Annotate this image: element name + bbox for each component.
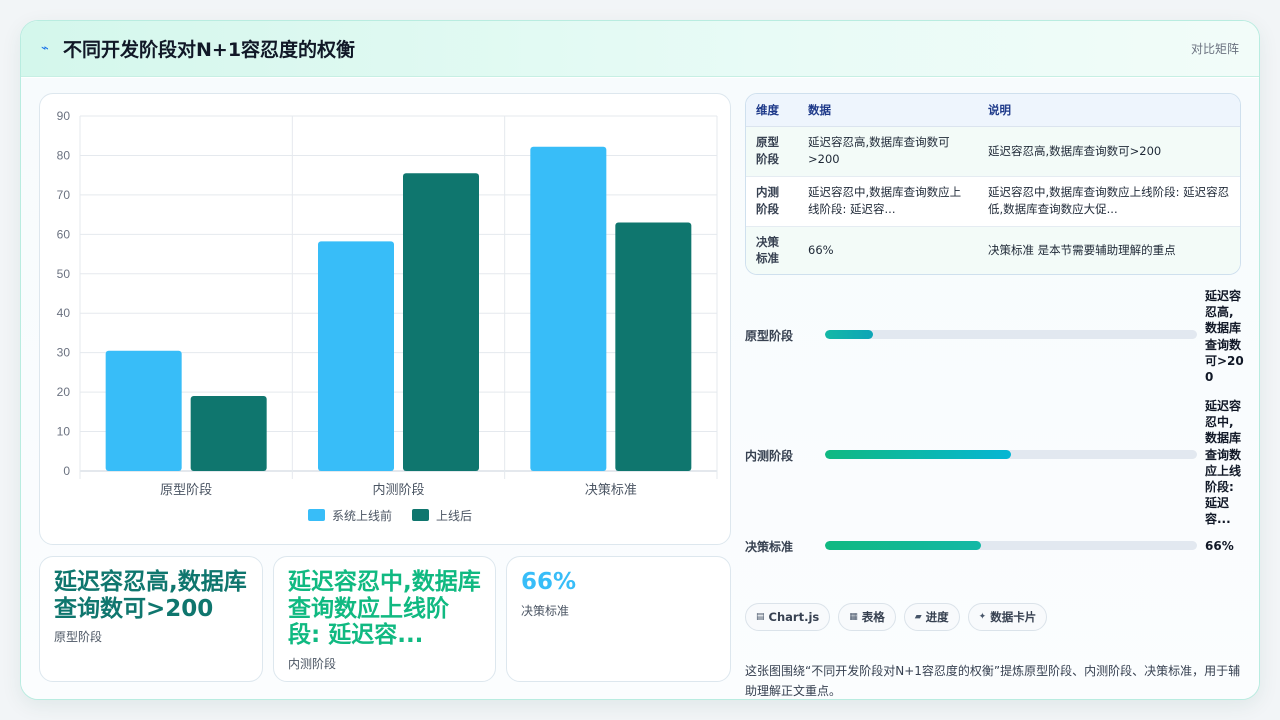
bar-before [530, 146, 607, 471]
progress-fill [825, 541, 982, 550]
chip-table[interactable]: ▦ 表格 [838, 603, 896, 631]
progress-label: 内测阶段 [745, 449, 794, 463]
progress-list: 原型阶段 延迟容忍高,数据库查询数可>200 内测阶段 延迟容忍中,数据库查询数… [745, 288, 1244, 568]
legend-label: 上线后 [436, 509, 472, 523]
y-tick-label: 10 [57, 425, 71, 439]
progress-track [825, 541, 1197, 550]
y-tick-label: 20 [57, 385, 71, 399]
stat-label: 原型阶段 [54, 630, 103, 645]
chip-label: 表格 [861, 610, 885, 624]
progress-value: 66% [1205, 539, 1234, 553]
table-cell-data: 延迟容忍中,数据库查询数应上线阶段: 延迟容... [798, 176, 978, 227]
chip-progress[interactable]: ▰ 进度 [903, 603, 960, 631]
progress-track [825, 330, 1197, 339]
progress-item: 原型阶段 延迟容忍高,数据库查询数可>200 [745, 288, 1244, 384]
stat-card-prototype: 延迟容忍高,数据库查询数可>200 原型阶段 [39, 556, 263, 682]
main-card: ⌁ 不同开发阶段对N+1容忍度的权衡 对比矩阵 0 10 20 30 40 50 60 70 8… [20, 20, 1260, 700]
progress-fill [825, 450, 1011, 459]
progress-item: 决策标准 66% [745, 537, 1241, 561]
stat-label: 内测阶段 [288, 657, 337, 672]
table-row: 决策标准 66% 决策标准 是本节需要辅助理解的重点 [746, 226, 1240, 274]
bar-chart-panel: 0 10 20 30 40 50 60 70 80 90 原型阶段 内测阶段 决策标准系统上线前 上线后 [39, 93, 731, 545]
bar-before [105, 350, 182, 471]
progress-track [825, 450, 1197, 459]
chip-label: 数据卡片 [990, 610, 1037, 624]
x-tick-label: 内测阶段 [372, 482, 424, 498]
chip-row: ▤ Chart.js ▦ 表格 ▰ 进度 ✦ 数据卡片 [745, 603, 1048, 631]
y-tick-label: 50 [57, 267, 71, 281]
progress-label: 决策标准 [745, 540, 794, 554]
y-tick-label: 60 [57, 227, 71, 241]
progress-fill [825, 330, 874, 339]
progress-item: 内测阶段 延迟容忍中,数据库查询数应上线阶段: 延迟容... [745, 398, 1241, 526]
stat-value: 延迟容忍高,数据库查询数可>200 [54, 569, 247, 622]
stat-value: 延迟容忍中,数据库查询数应上线阶段: 延迟容... [288, 569, 481, 649]
progress-value: 延迟容忍中,数据库查询数应上线阶段: 延迟容... [1205, 399, 1242, 527]
footnote: 这张图围绕“不同开发阶段对N+1容忍度的权衡”提炼原型阶段、内测阶段、决策标准，… [745, 664, 1241, 699]
y-tick-label: 70 [57, 188, 71, 202]
bar-after [403, 173, 479, 471]
chip-chartjs[interactable]: ▤ Chart.js [745, 603, 831, 631]
stat-card-decision: 66% 决策标准 [506, 556, 731, 682]
lightning-icon: ⌁ [41, 41, 49, 56]
bar-before [318, 241, 394, 471]
bar-after [615, 222, 692, 471]
table-cell-note: 延迟容忍中,数据库查询数应上线阶段: 延迟容忍低,数据库查询数应大促... [978, 176, 1240, 227]
y-tick-label: 40 [57, 306, 71, 320]
y-tick-label: 80 [57, 148, 71, 162]
stat-label: 决策标准 [521, 603, 570, 618]
x-tick-label: 决策标准 [585, 482, 637, 498]
table-cell-note: 决策标准 是本节需要辅助理解的重点 [978, 226, 1240, 274]
chip-data-card[interactable]: ✦ 数据卡片 [967, 603, 1048, 631]
table-cell-note: 延迟容忍高,数据库查询数可>200 [978, 126, 1240, 177]
column-header: 维度 [746, 94, 798, 127]
sparkle-icon: ✦ [978, 612, 987, 622]
legend-swatch [308, 509, 325, 521]
bar-after [190, 396, 267, 471]
stat-value: 66% [521, 569, 577, 595]
column-header: 数据 [798, 94, 978, 127]
legend-label: 系统上线前 [332, 508, 392, 523]
progress-label: 原型阶段 [745, 329, 794, 343]
progress-value: 延迟容忍高,数据库查询数可>200 [1205, 289, 1244, 384]
comparison-table: 维度 数据 说明 原型阶段 延迟容忍高,数据库查询数可>200 延迟容忍高,数据… [745, 93, 1241, 275]
table-cell-dimension: 决策标准 [746, 226, 798, 274]
chip-label: 进度 [925, 610, 949, 624]
bar-chart: 0 10 20 30 40 50 60 70 80 90 原型阶段 内测阶段 决策标准系统上线前 上线后 [57, 109, 718, 523]
x-tick-label: 原型阶段 [160, 483, 212, 498]
y-tick-label: 0 [63, 464, 70, 478]
header: ⌁ 不同开发阶段对N+1容忍度的权衡 对比矩阵 [21, 21, 1259, 77]
table-cell-dimension: 原型阶段 [746, 126, 798, 177]
y-tick-label: 90 [57, 109, 71, 123]
chip-label: Chart.js [768, 610, 820, 624]
content-area: 0 10 20 30 40 50 60 70 80 90 原型阶段 内测阶段 决策标准 系统上线前 上线后 … [21, 78, 1259, 699]
progress-icon: ▰ [914, 612, 922, 622]
table-header-row: 维度 数据 说明 [746, 94, 1240, 127]
stat-card-beta: 延迟容忍中,数据库查询数应上线阶段: 延迟容... 内测阶段 [273, 556, 496, 682]
table-row: 原型阶段 延迟容忍高,数据库查询数可>200 延迟容忍高,数据库查询数可>200 [746, 126, 1240, 177]
table-cell-data: 延迟容忍高,数据库查询数可>200 [798, 126, 978, 177]
table-row: 内测阶段 延迟容忍中,数据库查询数应上线阶段: 延迟容... 延迟容忍中,数据库… [746, 176, 1240, 227]
table-icon: ▦ [849, 612, 858, 622]
column-header: 说明 [978, 94, 1240, 127]
table-cell-dimension: 内测阶段 [746, 176, 798, 227]
y-tick-label: 30 [57, 346, 71, 360]
table-cell-data: 66% [798, 226, 978, 274]
chart-icon: ▤ [756, 612, 765, 622]
legend-swatch [412, 509, 429, 521]
view-mode-label[interactable]: 对比矩阵 [1191, 40, 1239, 57]
page-title: 不同开发阶段对N+1容忍度的权衡 [63, 39, 356, 61]
